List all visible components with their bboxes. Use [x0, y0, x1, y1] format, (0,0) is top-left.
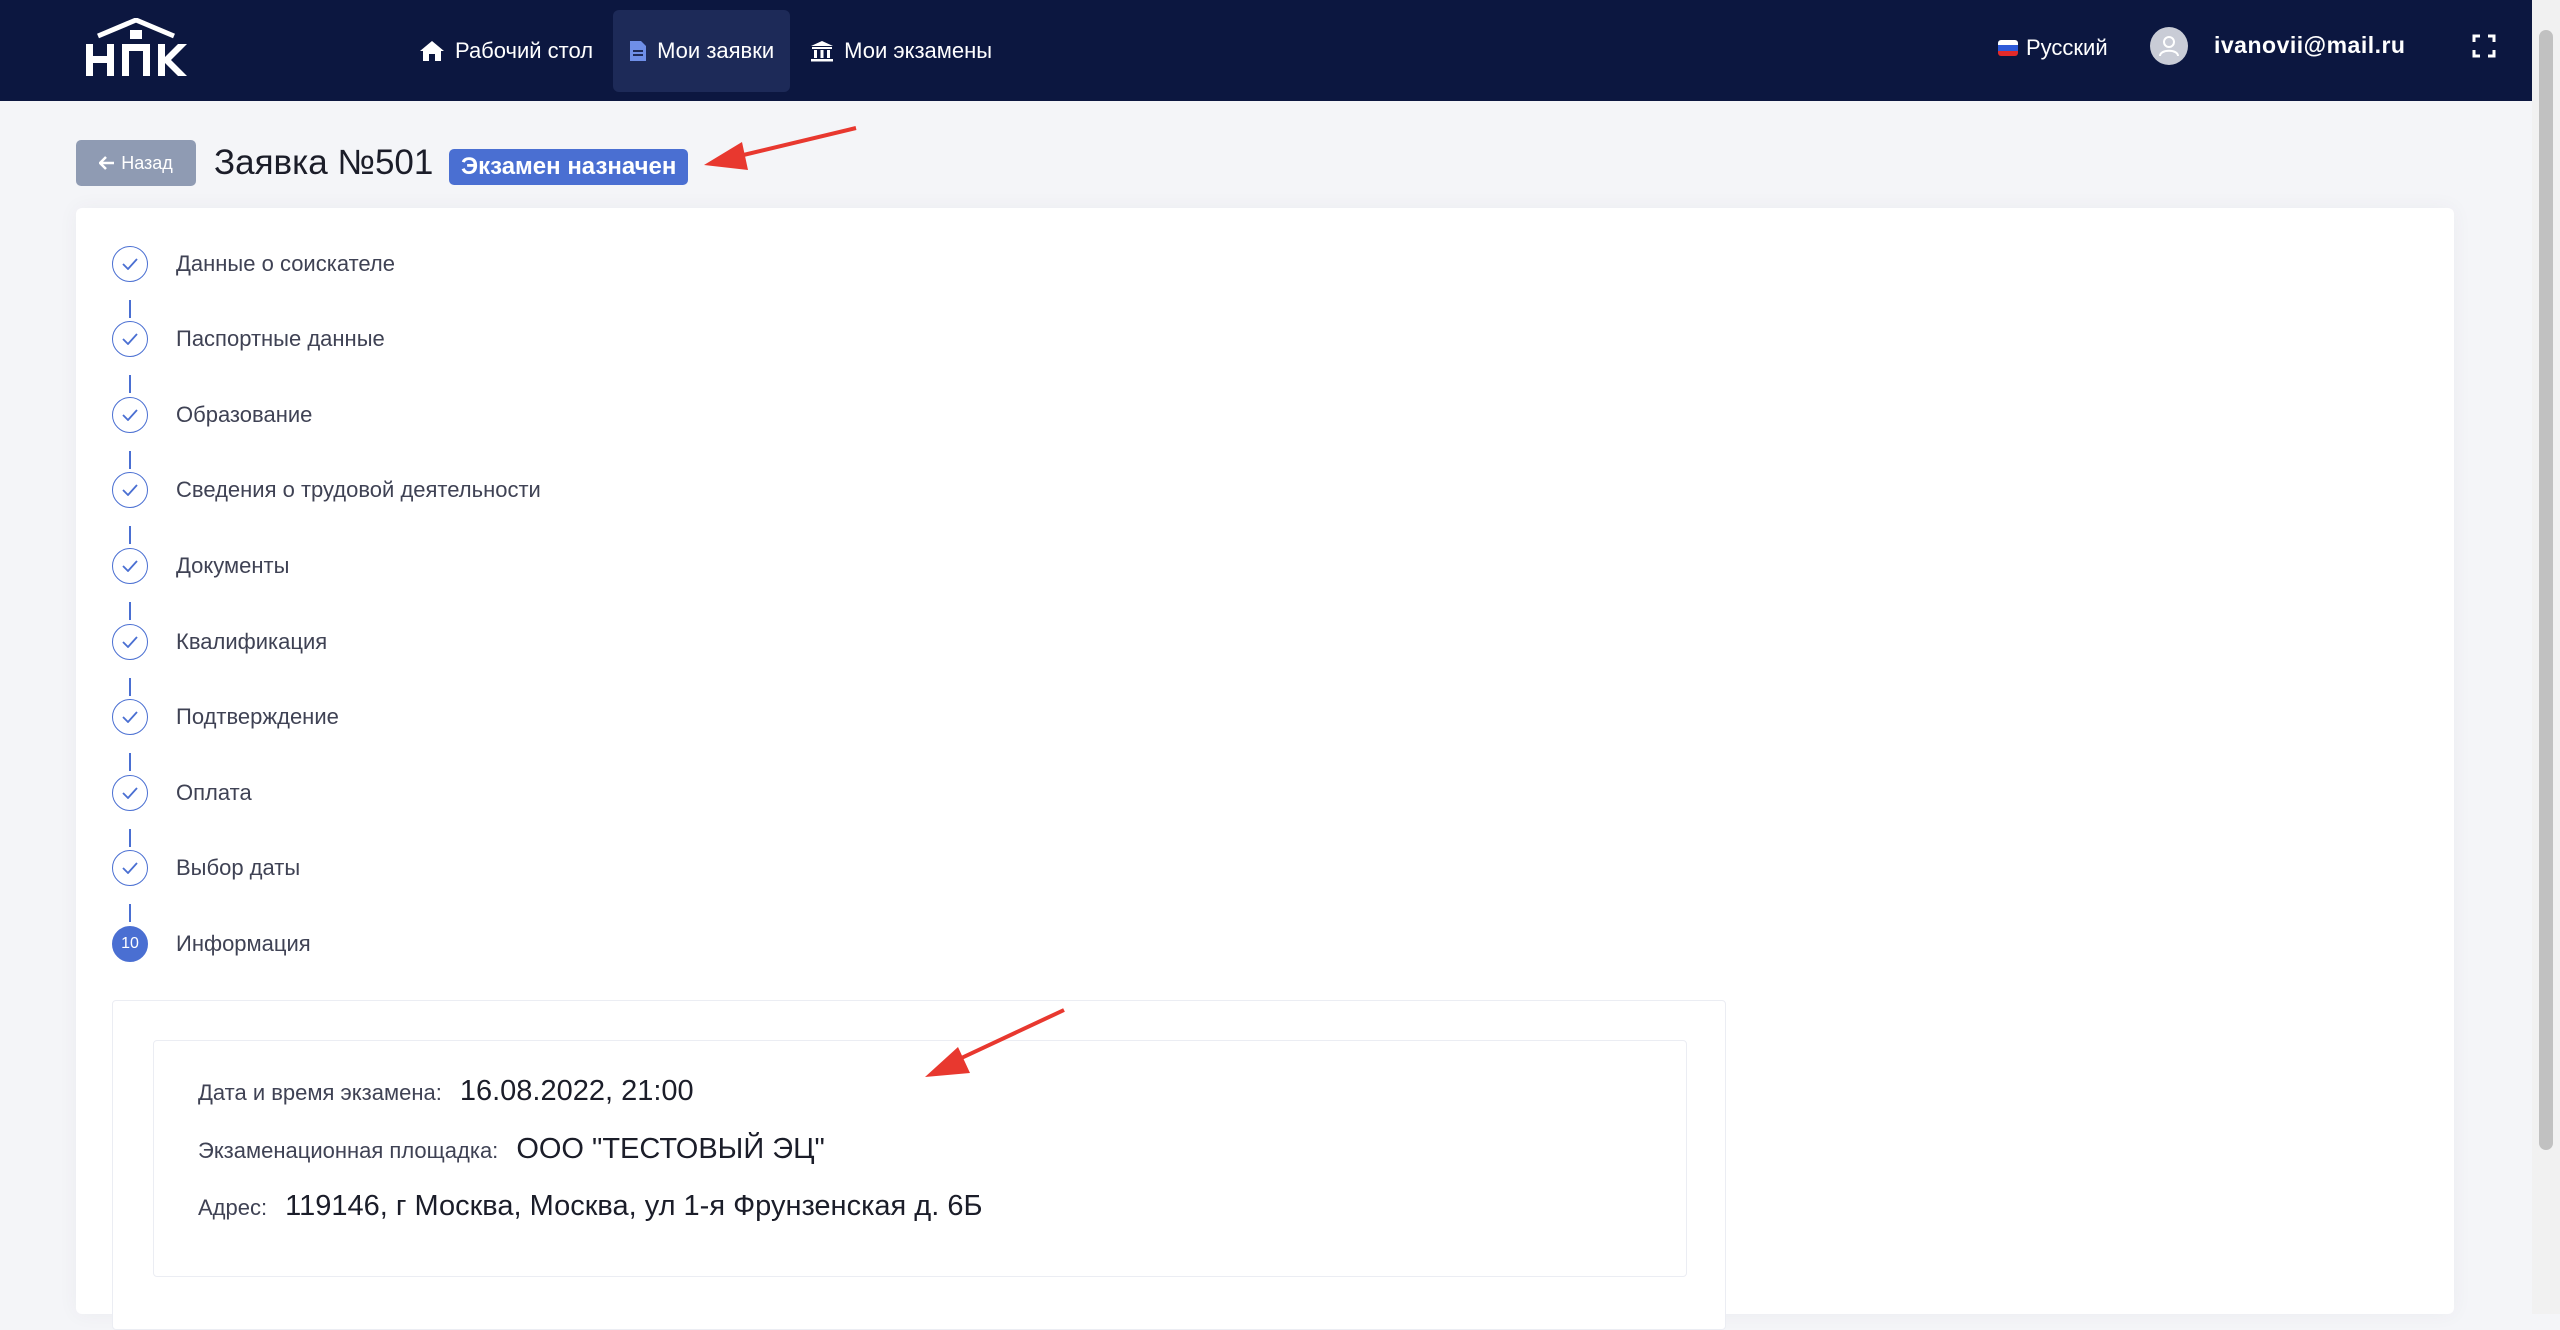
- step-date-selection[interactable]: Выбор даты: [112, 848, 300, 888]
- step-education[interactable]: Образование: [112, 395, 312, 435]
- step-check-icon: [112, 775, 148, 811]
- nav-item-label: Мои заявки: [657, 38, 775, 63]
- step-label: Сведения о трудовой деятельности: [176, 477, 541, 502]
- step-connector: [129, 375, 131, 393]
- step-connector: [129, 753, 131, 771]
- step-information[interactable]: 10 Информация: [112, 924, 311, 964]
- step-label: Квалификация: [176, 629, 328, 654]
- step-label: Документы: [176, 553, 290, 578]
- step-check-icon: [112, 397, 148, 433]
- step-number: 10: [112, 926, 148, 962]
- page-title: Заявка №501: [214, 143, 434, 182]
- vertical-scrollbar[interactable]: [2532, 0, 2560, 1314]
- step-documents[interactable]: Документы: [112, 546, 289, 586]
- nav-item-label: Рабочий стол: [455, 38, 594, 63]
- exam-address-value: 119146, г Москва, Москва, ул 1-я Фрунзен…: [285, 1190, 983, 1222]
- russia-flag-icon: [1998, 40, 2018, 56]
- step-confirmation[interactable]: Подтверждение: [112, 697, 339, 737]
- step-connector: [129, 678, 131, 696]
- arrow-left-icon: [99, 156, 115, 170]
- bank-icon: [811, 41, 834, 62]
- exam-venue-row: Экзаменационная площадка: ООО "ТЕСТОВЫЙ …: [198, 1133, 825, 1166]
- step-check-icon: [112, 321, 148, 357]
- main-nav: Рабочий стол Мои заявки Мои экзамены: [403, 10, 1008, 92]
- nav-item-my-exams[interactable]: Мои экзамены: [794, 10, 1008, 92]
- exam-venue-label: Экзаменационная площадка:: [198, 1138, 499, 1163]
- step-qualification[interactable]: Квалификация: [112, 622, 327, 662]
- step-connector: [129, 602, 131, 620]
- nav-item-dashboard[interactable]: Рабочий стол: [403, 10, 609, 92]
- step-label: Паспортные данные: [176, 326, 385, 351]
- top-navbar: Рабочий стол Мои заявки Мои экзамены Рус…: [0, 0, 2560, 101]
- step-connector: [129, 300, 131, 318]
- annotation-arrow-status: [704, 126, 857, 170]
- exam-datetime-row: Дата и время экзамена: 16.08.2022, 21:00: [198, 1075, 694, 1108]
- fullscreen-icon[interactable]: [2472, 34, 2496, 58]
- language-label: Русский: [2026, 35, 2108, 60]
- step-label: Оплата: [176, 780, 252, 805]
- back-button-label: Назад: [121, 152, 173, 173]
- step-check-icon: [112, 850, 148, 886]
- step-label: Выбор даты: [176, 855, 301, 880]
- exam-info-panel: Дата и время экзамена: 16.08.2022, 21:00…: [112, 1000, 1726, 1330]
- step-check-icon: [112, 246, 148, 282]
- language-selector[interactable]: Русский: [1998, 30, 2108, 66]
- step-label: Информация: [176, 931, 311, 956]
- exam-venue-value: ООО "ТЕСТОВЫЙ ЭЦ": [516, 1133, 825, 1165]
- nav-item-label: Мои экзамены: [844, 38, 993, 63]
- user-icon: [2159, 36, 2179, 57]
- step-label: Данные о соискателе: [176, 251, 395, 276]
- scrollbar-thumb[interactable]: [2539, 30, 2553, 1150]
- step-check-icon: [112, 624, 148, 660]
- application-card: Данные о соискателе Паспортные данные Об…: [76, 208, 2454, 1330]
- user-avatar[interactable]: [2150, 27, 2188, 65]
- step-label: Подтверждение: [176, 704, 339, 729]
- step-connector: [129, 829, 131, 847]
- status-badge: Экзамен назначен: [449, 149, 689, 185]
- document-icon: [630, 41, 647, 61]
- exam-datetime-label: Дата и время экзамена:: [198, 1080, 442, 1105]
- exam-address-label: Адрес:: [198, 1195, 268, 1220]
- step-label: Образование: [176, 402, 313, 427]
- step-check-icon: [112, 472, 148, 508]
- exam-datetime-value: 16.08.2022, 21:00: [459, 1075, 694, 1107]
- user-email[interactable]: ivanovii@mail.ru: [2214, 32, 2405, 59]
- nav-item-my-applications[interactable]: Мои заявки: [613, 10, 791, 92]
- exam-info-box: Дата и время экзамена: 16.08.2022, 21:00…: [153, 1040, 1687, 1277]
- exam-address-row: Адрес: 119146, г Москва, Москва, ул 1-я …: [198, 1190, 982, 1223]
- step-applicant-data[interactable]: Данные о соискателе: [112, 244, 395, 284]
- step-payment[interactable]: Оплата: [112, 773, 252, 813]
- back-button[interactable]: Назад: [76, 140, 196, 186]
- npk-logo[interactable]: [78, 18, 194, 80]
- step-check-icon: [112, 699, 148, 735]
- step-connector: [129, 904, 131, 922]
- step-connector: [129, 451, 131, 469]
- step-work-experience[interactable]: Сведения о трудовой деятельности: [112, 470, 541, 510]
- step-check-icon: [112, 548, 148, 584]
- step-connector: [129, 526, 131, 544]
- step-passport-data[interactable]: Паспортные данные: [112, 319, 385, 359]
- home-icon: [420, 41, 444, 61]
